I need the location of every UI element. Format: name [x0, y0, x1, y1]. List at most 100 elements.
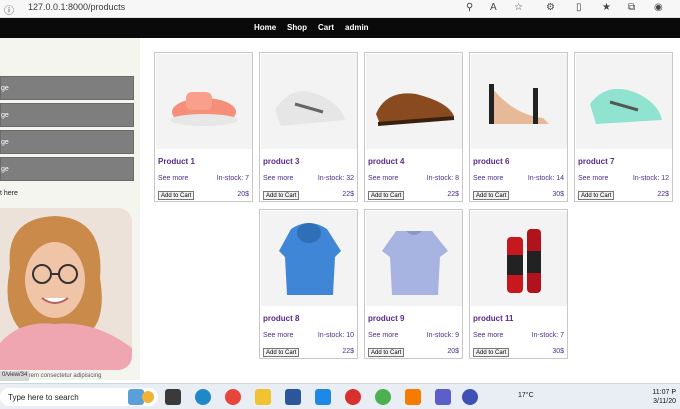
see-more-link[interactable]: See more [473, 175, 503, 182]
brown-leather-shoe-image [376, 93, 455, 126]
see-more-link[interactable]: See more [578, 175, 608, 182]
product-name[interactable]: product 9 [368, 314, 404, 323]
chrome-profile-icon[interactable] [375, 389, 391, 405]
see-more-link[interactable]: See more [473, 332, 503, 339]
favorites-icon[interactable]: ★ [602, 2, 611, 13]
split-screen-icon[interactable]: ▯ [576, 2, 582, 13]
add-to-cart-button[interactable]: Add to Cart [578, 191, 615, 200]
product-card[interactable]: product 8 See more In-stock: 10 Add to Cart… [259, 209, 358, 359]
sidebar-text: t here [0, 190, 18, 197]
add-to-cart-button[interactable]: Add to Cart [158, 191, 195, 200]
product-price: 22$ [342, 348, 354, 355]
clock[interactable]: 11:07 P 3/11/20 [652, 388, 676, 406]
opera-icon[interactable] [345, 389, 361, 405]
chrome-icon[interactable] [225, 389, 241, 405]
product-image[interactable] [471, 211, 567, 306]
add-to-cart-button[interactable]: Add to Cart [368, 191, 405, 200]
product-price: 22$ [342, 191, 354, 198]
product-card[interactable]: Product 1 See more In-stock: 7 Add to Cart 2… [154, 52, 253, 202]
product-image[interactable] [156, 54, 252, 149]
task-view-icon[interactable] [165, 389, 181, 405]
sidebar-button-2[interactable]: ge [0, 103, 134, 127]
collections-icon[interactable]: ⧉ [628, 2, 635, 13]
product-name[interactable]: product 7 [578, 157, 614, 166]
address-bar[interactable]: 127.0.0.1:8000/products [28, 2, 125, 12]
sidebar-footer: Lorem consectetur adipisicing [22, 373, 102, 379]
add-to-cart-button[interactable]: Add to Cart [368, 348, 405, 357]
stock-count: In-stock: 7 [216, 175, 249, 182]
nav-shop[interactable]: Shop [287, 23, 307, 32]
weather-temp[interactable]: 17°C [518, 392, 534, 399]
site-navbar: Home Shop Cart admin [0, 18, 680, 38]
clock-date: 3/11/20 [653, 398, 676, 405]
product-price: 30$ [552, 191, 564, 198]
xampp-icon[interactable] [405, 389, 421, 405]
edge-icon[interactable] [195, 389, 211, 405]
product-name[interactable]: product 8 [263, 314, 299, 323]
teams-icon[interactable] [435, 389, 451, 405]
zoom-app-icon[interactable] [462, 389, 478, 405]
url-tooltip: 0/view/34 [0, 371, 30, 381]
sidebar-button-1[interactable]: ge [0, 76, 134, 100]
product-card[interactable]: product 9 See more In-stock: 9 Add to Cart 2… [364, 209, 463, 359]
product-card[interactable]: product 6 See more In-stock: 14 Add to Cart… [469, 52, 568, 202]
product-price: 20$ [447, 348, 459, 355]
product-card[interactable]: product 7 See more In-stock: 12 Add to Cart… [574, 52, 673, 202]
favorite-icon[interactable]: ☆ [514, 2, 523, 13]
red-bottle-image [507, 229, 541, 293]
stock-count: In-stock: 14 [527, 175, 564, 182]
product-price: 22$ [447, 191, 459, 198]
add-to-cart-button[interactable]: Add to Cart [263, 191, 300, 200]
product-name[interactable]: product 4 [368, 157, 404, 166]
info-icon[interactable]: ⓘ [4, 2, 14, 17]
sidebar: ge ge ge ge t here Lorem consectetur adi… [0, 38, 140, 381]
mail-icon[interactable] [285, 389, 301, 405]
product-image[interactable] [261, 54, 357, 149]
sidebar-button-4[interactable]: ge [0, 157, 134, 181]
stock-count: In-stock: 12 [632, 175, 669, 182]
product-name[interactable]: product 11 [473, 314, 513, 323]
blue-hoodie-image [279, 223, 341, 295]
product-card[interactable]: product 11 See more In-stock: 7 Add to Cart… [469, 209, 568, 359]
see-more-link[interactable]: See more [263, 332, 293, 339]
taskbar-search-text: Type here to search [8, 393, 79, 402]
white-golf-shoe-image [275, 91, 345, 126]
product-image[interactable] [471, 54, 567, 149]
nav-home[interactable]: Home [254, 23, 276, 32]
add-to-cart-button[interactable]: Add to Cart [473, 191, 510, 200]
product-card[interactable]: product 3 See more In-stock: 32 Add to Cart… [259, 52, 358, 202]
add-to-cart-button[interactable]: Add to Cart [473, 348, 510, 357]
product-name[interactable]: Product 1 [158, 157, 195, 166]
browser-toolbar: ⓘ 127.0.0.1:8000/products ⚲ A ☆ ⚙ ▯ ★ ⧉ … [0, 0, 680, 18]
extension-icon[interactable]: ⚙ [546, 2, 555, 13]
zoom-icon[interactable]: ⚲ [466, 2, 473, 13]
stock-count: In-stock: 10 [317, 332, 354, 339]
pink-baby-shoe-image [170, 92, 238, 126]
product-card[interactable]: product 4 See more In-stock: 8 Add to Cart 2… [364, 52, 463, 202]
product-image[interactable] [366, 211, 462, 306]
clock-time: 11:07 P [652, 389, 676, 396]
see-more-link[interactable]: See more [158, 175, 188, 182]
product-price: 30$ [552, 348, 564, 355]
high-heel-image [489, 84, 549, 124]
product-image[interactable] [261, 211, 357, 306]
file-explorer-icon[interactable] [255, 389, 271, 405]
product-name[interactable]: product 3 [263, 157, 299, 166]
nav-admin[interactable]: admin [345, 23, 369, 32]
sidebar-button-3[interactable]: ge [0, 130, 134, 154]
add-to-cart-button[interactable]: Add to Cart [263, 348, 300, 357]
product-price: 20$ [237, 191, 249, 198]
product-price: 22$ [657, 191, 669, 198]
profile-icon[interactable]: ◉ [654, 2, 663, 13]
product-image[interactable] [576, 54, 672, 149]
read-aloud-icon[interactable]: A [490, 2, 497, 13]
product-name[interactable]: product 6 [473, 157, 509, 166]
see-more-link[interactable]: See more [263, 175, 293, 182]
see-more-link[interactable]: See more [368, 175, 398, 182]
stock-count: In-stock: 8 [426, 175, 459, 182]
nav-cart[interactable]: Cart [318, 23, 334, 32]
weather-widget-icon[interactable] [142, 391, 154, 403]
vscode-icon[interactable] [315, 389, 331, 405]
see-more-link[interactable]: See more [368, 332, 398, 339]
product-image[interactable] [366, 54, 462, 149]
